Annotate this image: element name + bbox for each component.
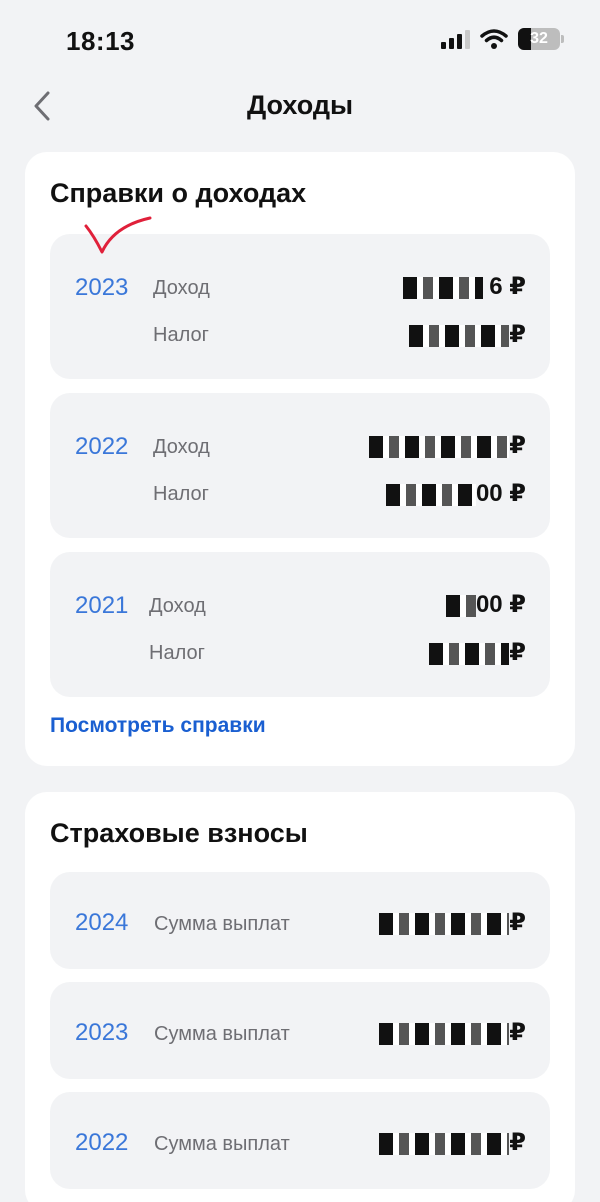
insurance-amount: ₽ xyxy=(379,1128,526,1157)
insurance-year: 2022 xyxy=(75,1129,129,1156)
income-card-title: Справки о доходах xyxy=(50,178,307,208)
income-label: Доход xyxy=(153,436,210,458)
insurance-card-title: Страховые взносы xyxy=(50,818,308,848)
wifi-icon xyxy=(480,29,508,49)
nav-bar: Доходы xyxy=(0,80,600,134)
tax-label: Налог xyxy=(153,483,209,505)
view-certificates-link[interactable]: Посмотреть справки xyxy=(50,714,266,738)
income-year: 2023 xyxy=(75,274,129,301)
handwritten-checkmark-icon xyxy=(84,216,152,254)
insurance-label: Сумма выплат xyxy=(154,1023,290,1045)
tax-amount: ₽ xyxy=(409,320,526,349)
insurance-amount: ₽ xyxy=(379,1018,526,1047)
income-year: 2021 xyxy=(75,592,129,619)
income-label: Доход xyxy=(153,277,210,299)
status-icons: 32 xyxy=(441,28,564,50)
tax-label: Налог xyxy=(153,324,209,346)
insurance-year: 2024 xyxy=(75,909,129,936)
status-bar: 18:13 32 xyxy=(0,0,600,80)
battery-level: 32 xyxy=(530,30,548,47)
insurance-row-2022[interactable]: 2022 Сумма выплат ₽ xyxy=(50,1092,550,1189)
page-title: Доходы xyxy=(246,90,354,120)
insurance-amount: ₽ xyxy=(379,908,526,937)
insurance-label: Сумма выплат xyxy=(154,913,290,935)
income-label: Доход xyxy=(149,595,206,617)
status-time: 18:13 xyxy=(66,26,135,56)
income-amount: ₽ xyxy=(369,431,526,460)
tax-label: Налог xyxy=(149,642,205,664)
insurance-year: 2023 xyxy=(75,1019,129,1046)
cellular-signal-icon xyxy=(441,29,470,49)
battery-icon: 32 xyxy=(518,28,564,50)
insurance-row-2023[interactable]: 2023 Сумма выплат ₽ xyxy=(50,982,550,1079)
income-year: 2022 xyxy=(75,433,129,460)
income-row-2021[interactable]: 2021 Доход 00 ₽ Налог ₽ xyxy=(50,552,550,697)
insurance-row-2024[interactable]: 2024 Сумма выплат ₽ xyxy=(50,872,550,969)
tax-amount: ₽ xyxy=(429,638,526,667)
tax-amount: 00 ₽ xyxy=(385,479,526,508)
income-row-2022[interactable]: 2022 Доход ₽ Налог 00 ₽ xyxy=(50,393,550,538)
income-amount: 00 ₽ xyxy=(445,590,526,619)
insurance-contributions-card: Страховые взносы 2024 Сумма выплат ₽ 202… xyxy=(25,792,575,1202)
insurance-label: Сумма выплат xyxy=(154,1133,290,1155)
income-amount: 6 ₽ xyxy=(402,272,526,301)
